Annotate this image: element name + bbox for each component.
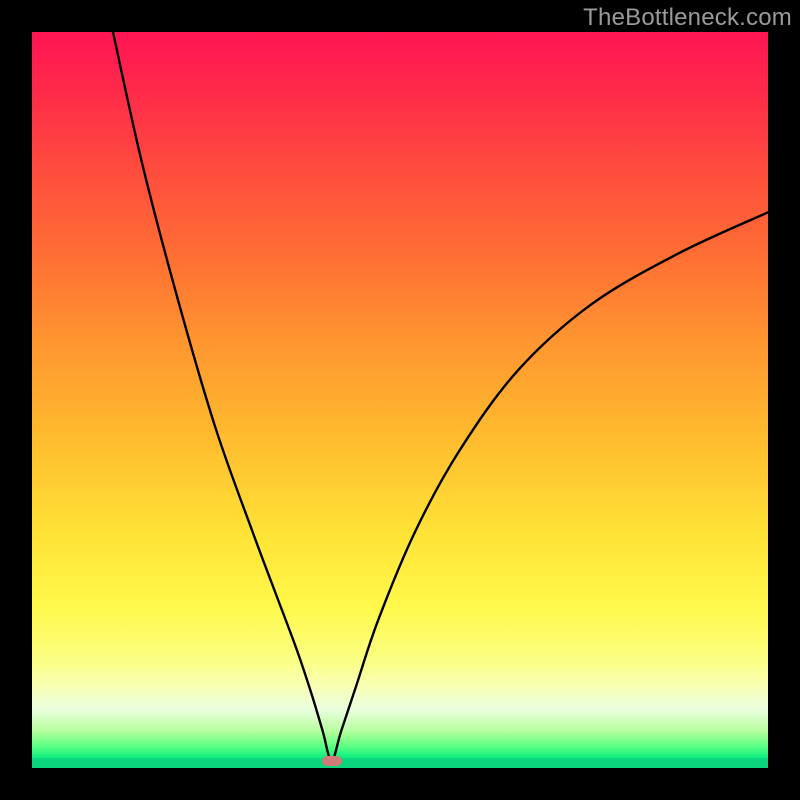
chart-frame: TheBottleneck.com	[0, 0, 800, 800]
bottleneck-curve	[32, 32, 768, 768]
min-marker	[322, 756, 342, 766]
watermark-text: TheBottleneck.com	[583, 4, 792, 32]
